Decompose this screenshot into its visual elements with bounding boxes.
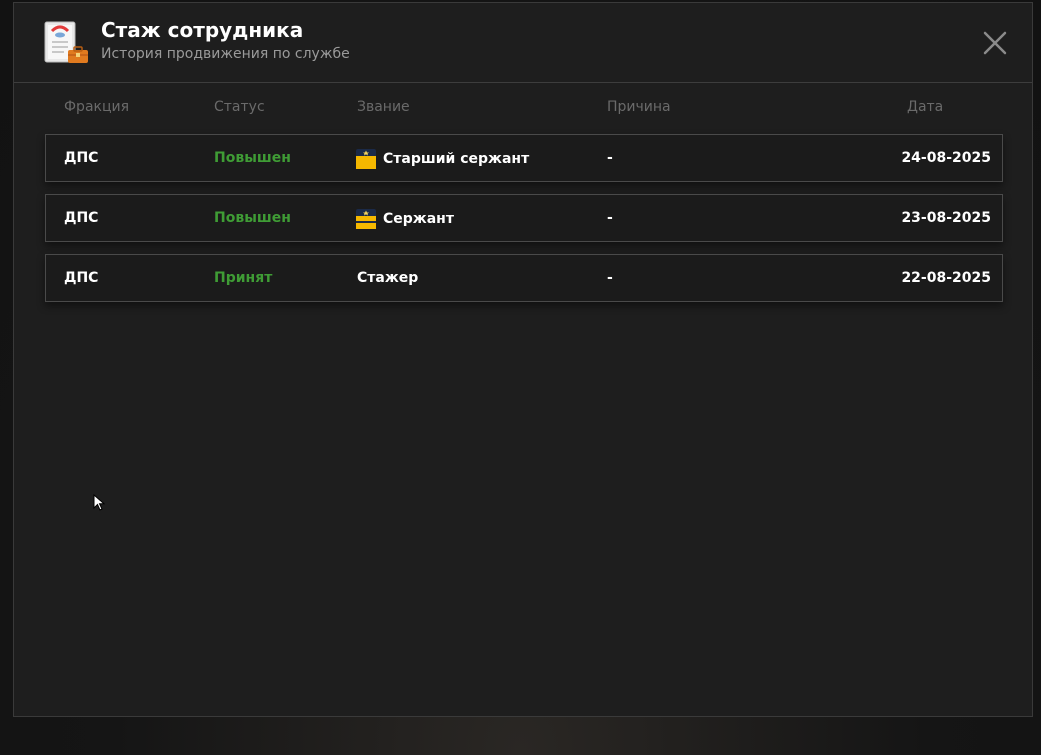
row-faction: ДПС [64,210,99,226]
window-header: Стаж сотрудника История продвижения по с… [14,3,1032,83]
close-icon[interactable] [980,28,1010,58]
row-date: 24-08-2025 [901,150,991,166]
table-header: Фракция Статус Звание Причина Дата [14,99,1032,119]
table-row[interactable]: ДПС Повышен Сержант - 23-08-2025 [45,194,1003,242]
rank-label: Старший сержант [383,151,530,167]
row-faction: ДПС [64,270,99,286]
table-row[interactable]: ДПС Повышен Старший сержант - 24-08-2025 [45,134,1003,182]
column-header-rank: Звание [357,99,410,115]
row-date: 23-08-2025 [901,210,991,226]
window-subtitle: История продвижения по службе [101,46,350,62]
rank-label: Стажер [357,270,419,286]
row-reason: - [607,210,613,226]
senior-sergeant-epaulette-icon [356,149,376,169]
row-rank: Сержант [356,208,454,230]
sergeant-epaulette-icon [356,209,376,229]
table-row[interactable]: ДПС Принят Стажер - 22-08-2025 [45,254,1003,302]
window-title: Стаж сотрудника [101,18,304,42]
mouse-cursor-icon [93,494,105,511]
column-header-faction: Фракция [64,99,130,115]
document-briefcase-icon [44,21,88,63]
row-status: Повышен [214,150,291,166]
column-header-date: Дата [907,99,944,115]
row-reason: - [607,270,613,286]
row-rank: Старший сержант [356,148,529,170]
column-header-reason: Причина [607,99,671,115]
row-faction: ДПС [64,150,99,166]
row-date: 22-08-2025 [901,270,991,286]
row-status: Принят [214,270,273,286]
row-status: Повышен [214,210,291,226]
row-reason: - [607,150,613,166]
seniority-window: Стаж сотрудника История продвижения по с… [13,2,1033,717]
rank-label: Сержант [383,211,454,227]
column-header-status: Статус [214,99,265,115]
